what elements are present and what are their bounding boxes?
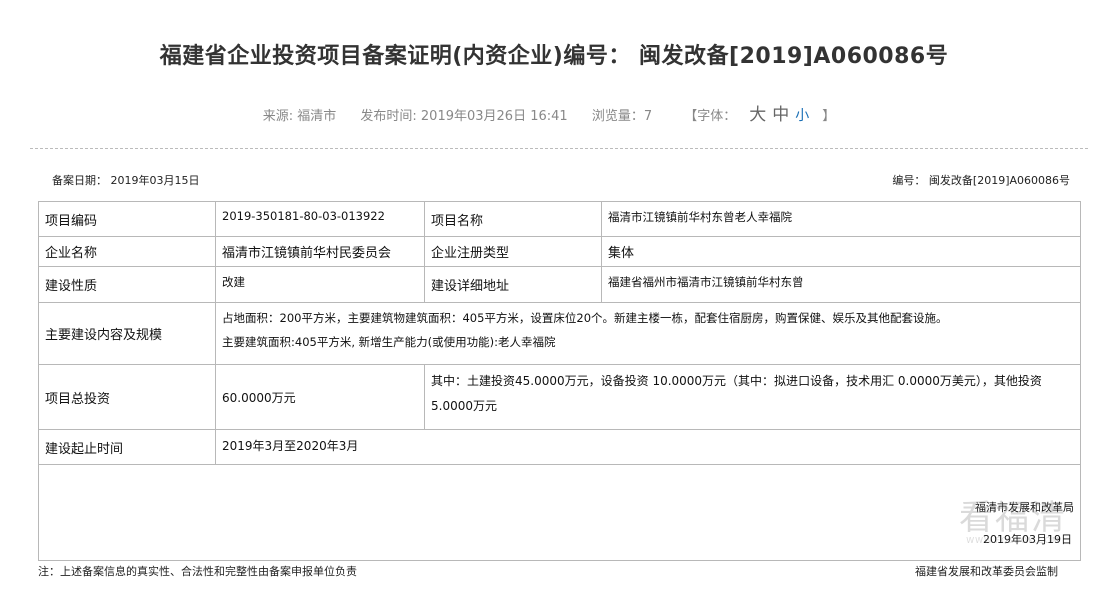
enterprise-label: 企业名称 xyxy=(38,236,216,267)
investment-value: 60.0000万元 xyxy=(215,364,425,430)
font-label: 【字体： xyxy=(684,109,737,124)
table-row: 福清市发展和改革局 2019年03月19日 xyxy=(38,464,1081,561)
investment-detail-line-2: 5.0000万元 xyxy=(431,399,497,413)
nature-label: 建设性质 xyxy=(38,266,216,303)
disclaimer-note: 注：上述备案信息的真实性、合法性和完整性由备案申报单位负责 xyxy=(38,565,357,578)
investment-detail: 其中：土建投资45.0000万元，设备投资 10.0000万元（其中：拟进口设备… xyxy=(424,364,1081,430)
issuing-org: 福清市发展和改革局 xyxy=(975,501,1074,514)
publish-time: 发布时间: 2019年03月26日 16:41 xyxy=(360,109,568,124)
font-close: 】 xyxy=(822,109,836,124)
supervise-text: 福建省发展和改革委员会监制 xyxy=(915,565,1058,578)
period-label: 建设起止时间 xyxy=(38,429,216,465)
table-row: 项目总投资 60.0000万元 其中：土建投资45.0000万元，设备投资 10… xyxy=(38,364,1081,430)
view-count: 浏览量：7 xyxy=(591,109,653,124)
record-number: 编号： 闽发改备[2019]A060086号 xyxy=(892,174,1070,187)
table-row: 企业名称 福清市江镜镇前华村民委员会 企业注册类型 集体 xyxy=(38,236,1081,267)
page-title: 福建省企业投资项目备案证明(内资企业)编号： 闽发改备[2019]A060086… xyxy=(159,44,949,69)
font-large-button[interactable]: 大 xyxy=(749,105,766,125)
content-line-1: 占地面积：200平方米，主要建筑物建筑面积：405平方米，设置床位20个。新建主… xyxy=(222,311,948,325)
font-small-button[interactable]: 小 xyxy=(795,108,809,124)
project-code-value: 2019-350181-80-03-013922 xyxy=(215,201,425,237)
table-row: 建设性质 改建 建设详细地址 福建省福州市福清市江镜镇前华村东曾 xyxy=(38,266,1081,303)
font-medium-button[interactable]: 中 xyxy=(772,105,789,125)
font-size-switcher: 【字体： 大中小】 xyxy=(674,105,845,125)
signature-cell: 福清市发展和改革局 2019年03月19日 xyxy=(38,464,1081,561)
article-meta: 来源: 福清市 发布时间: 2019年03月26日 16:41 浏览量：7 【字… xyxy=(0,100,1108,125)
content-line-2: 主要建筑面积:405平方米, 新增生产能力(或使用功能):老人幸福院 xyxy=(222,335,556,349)
address-value: 福建省福州市福清市江镜镇前华村东曾 xyxy=(601,266,1081,303)
sign-date: 2019年03月19日 xyxy=(983,533,1072,546)
address-label: 建设详细地址 xyxy=(424,266,602,303)
table-row: 主要建设内容及规模 占地面积：200平方米，主要建筑物建筑面积：405平方米，设… xyxy=(38,302,1081,365)
table-row: 建设起止时间 2019年3月至2020年3月 xyxy=(38,429,1081,465)
nature-value: 改建 xyxy=(215,266,425,303)
period-value: 2019年3月至2020年3月 xyxy=(215,429,1081,465)
reg-type-value: 集体 xyxy=(601,236,1081,267)
project-code-label: 项目编码 xyxy=(38,201,216,237)
content-label: 主要建设内容及规模 xyxy=(38,302,216,365)
reg-type-label: 企业注册类型 xyxy=(424,236,602,267)
enterprise-value: 福清市江镜镇前华村民委员会 xyxy=(215,236,425,267)
investment-label: 项目总投资 xyxy=(38,364,216,430)
content-value: 占地面积：200平方米，主要建筑物建筑面积：405平方米，设置床位20个。新建主… xyxy=(215,302,1081,365)
table-row: 项目编码 2019-350181-80-03-013922 项目名称 福清市江镜… xyxy=(38,201,1081,237)
investment-detail-line-1: 其中：土建投资45.0000万元，设备投资 10.0000万元（其中：拟进口设备… xyxy=(431,374,1042,388)
record-table: 项目编码 2019-350181-80-03-013922 项目名称 福清市江镜… xyxy=(38,201,1081,561)
divider xyxy=(30,148,1088,149)
source-text: 来源: 福清市 xyxy=(262,109,337,124)
record-date: 备案日期： 2019年03月15日 xyxy=(52,174,200,187)
project-name-label: 项目名称 xyxy=(424,201,602,237)
project-name-value: 福清市江镜镇前华村东曾老人幸福院 xyxy=(601,201,1081,237)
